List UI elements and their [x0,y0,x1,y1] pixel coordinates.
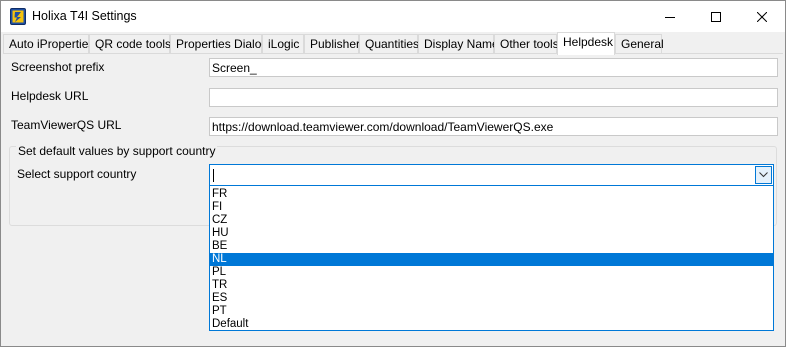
support-country-dropdown-list: FR FI CZ HU BE NL PL TR ES PT Default [209,185,774,331]
dropdown-option-be[interactable]: BE [210,240,773,253]
window-title: Holixa T4I Settings [32,9,137,23]
tab-label: Helpdesk [563,35,614,49]
tab-qr-code-tools[interactable]: QR code tools [89,34,172,54]
tab-label: General [621,37,664,51]
tab-label: QR code tools [95,37,172,51]
title-bar: Holixa T4I Settings [1,1,785,32]
dropdown-option-cz[interactable]: CZ [210,214,773,227]
tab-label: Quantities [365,37,420,51]
tab-display-name[interactable]: Display Name [418,34,499,54]
tab-other-tools[interactable]: Other tools [494,34,559,54]
dropdown-option-tr[interactable]: TR [210,279,773,292]
helpdesk-panel: Screenshot prefix Helpdesk URL TeamViewe… [3,54,783,346]
tab-label: Other tools [500,37,559,51]
chevron-down-icon [759,172,768,178]
tab-general[interactable]: General [615,34,664,54]
screenshot-prefix-label: Screenshot prefix [11,60,105,74]
tab-quantities[interactable]: Quantities [359,34,420,54]
dropdown-option-pl[interactable]: PL [210,266,773,279]
dropdown-option-pt[interactable]: PT [210,305,773,318]
combobox-dropdown-button[interactable] [755,166,772,184]
tab-helpdesk[interactable]: Helpdesk [557,32,615,55]
dropdown-option-fr[interactable]: FR [210,188,773,201]
teamviewer-url-label: TeamViewerQS URL [11,118,122,132]
maximize-icon [711,11,721,22]
group-title: Set default values by support country [16,144,218,158]
tab-label: Display Name [424,37,499,51]
tab-label: Auto iProperties [9,37,95,51]
dropdown-option-fi[interactable]: FI [210,201,773,214]
tab-auto-iproperties[interactable]: Auto iProperties [3,34,94,54]
tab-label: Properties Dialog [176,37,269,51]
maximize-button[interactable] [693,1,739,32]
teamviewer-url-input[interactable] [209,117,778,136]
tab-properties-dialog[interactable]: Properties Dialog [170,34,268,54]
helpdesk-url-label: Helpdesk URL [11,89,89,103]
minimize-icon [665,16,675,18]
support-country-combobox[interactable] [209,164,774,186]
dropdown-option-es[interactable]: ES [210,292,773,305]
holixa-app-icon [10,8,26,25]
support-country-label: Select support country [17,167,137,181]
helpdesk-url-input[interactable] [209,88,778,107]
text-caret [213,169,214,182]
tab-label: Publisher [310,37,361,51]
screenshot-prefix-input[interactable] [209,58,778,77]
minimize-button[interactable] [647,1,693,32]
close-button[interactable] [739,1,785,32]
dropdown-option-nl[interactable]: NL [210,253,773,266]
dropdown-option-hu[interactable]: HU [210,227,773,240]
dropdown-option-default[interactable]: Default [210,318,773,330]
tab-strip: Auto iProperties QR code tools Propertie… [1,32,785,55]
close-icon [757,11,767,22]
tab-publisher[interactable]: Publisher [304,34,361,54]
settings-window: Holixa T4I Settings Auto iProperties QR … [0,0,786,347]
tab-ilogic[interactable]: iLogic [262,34,304,54]
tab-label: iLogic [268,37,300,51]
